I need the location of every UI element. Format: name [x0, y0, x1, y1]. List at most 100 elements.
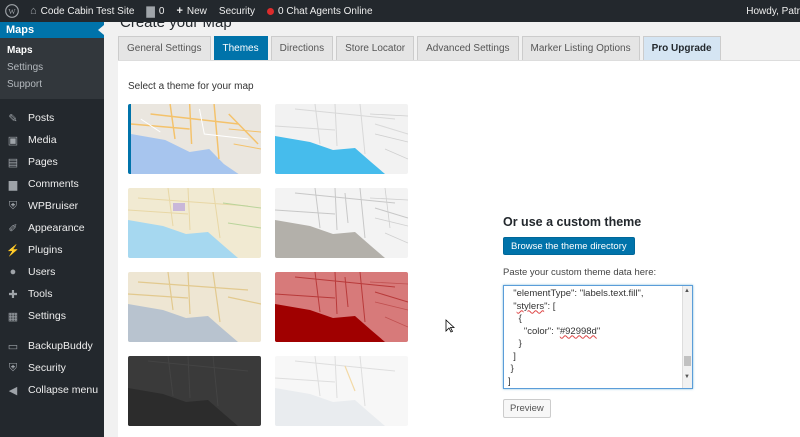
- select-theme-label: Select a theme for your map: [128, 81, 254, 92]
- sidebar-item-label: WPBruiser: [28, 200, 79, 212]
- theme-thumbnail-light-blue[interactable]: [275, 104, 408, 174]
- tab-marker-listing-options[interactable]: Marker Listing Options: [521, 36, 640, 60]
- lock-icon: ⛨: [8, 361, 18, 374]
- paste-custom-theme-label: Paste your custom theme data here:: [503, 267, 657, 278]
- sidebar-item-label: Comments: [28, 178, 79, 190]
- theme-thumbnail-vintage[interactable]: [128, 272, 261, 342]
- code-line: "color": "#92998d": [504, 326, 692, 339]
- scrollbar-thumb[interactable]: [684, 356, 691, 366]
- code-line: }: [504, 338, 692, 351]
- pages-icon: ▤: [7, 156, 19, 169]
- code-text: {: [518, 313, 522, 324]
- media-icon: ▣: [7, 134, 19, 147]
- tab-pro-upgrade[interactable]: Pro Upgrade: [642, 36, 721, 60]
- theme-thumbnail-dark-red[interactable]: [275, 272, 408, 342]
- chat-agents-label: 0 Chat Agents Online: [278, 5, 373, 17]
- plugin-icon: ⚡: [6, 244, 20, 257]
- browse-theme-directory-button[interactable]: Browse the theme directory: [503, 237, 635, 255]
- sidebar-item-settings[interactable]: ▦ Settings: [0, 305, 104, 327]
- sidebar-item-plugins[interactable]: ⚡ Plugins: [0, 239, 104, 261]
- custom-theme-textarea[interactable]: "elementType": "labels.text.fill", "styl…: [503, 285, 693, 389]
- sidebar-item-label: Settings: [28, 310, 66, 322]
- sidebar-item-pages[interactable]: ▤ Pages: [0, 151, 104, 173]
- sidebar-item-wpbruiser[interactable]: ⛨ WPBruiser: [0, 195, 104, 217]
- sidebar-item-appearance[interactable]: ✐ Appearance: [0, 217, 104, 239]
- code-line: "elementType": "labels.text.fill",: [504, 288, 692, 301]
- code-text: "elementType": "labels.text.fill",: [513, 288, 644, 299]
- tab-directions[interactable]: Directions: [270, 36, 334, 60]
- admin-sidebar: Maps Maps Settings Support ✎ Posts ▣ Media…: [0, 22, 104, 437]
- comments-icon: ▆: [8, 178, 18, 191]
- sidebar-item-users[interactable]: ● Users: [0, 261, 104, 283]
- sidebar-item-label: Tools: [28, 288, 53, 300]
- code-text: ]: [513, 350, 516, 362]
- sidebar-item-label: Media: [28, 134, 57, 146]
- sidebar-item-label: Pages: [28, 156, 58, 168]
- code-text-misspelled: #92998d: [559, 325, 597, 337]
- svg-text:W: W: [8, 7, 16, 16]
- wrench-icon: ✚: [8, 288, 18, 301]
- textarea-scrollbar[interactable]: ▲ ▼: [682, 286, 692, 388]
- site-name-link[interactable]: ⌂ Code Cabin Test Site: [24, 0, 140, 22]
- theme-thumbnail-minimal[interactable]: [275, 356, 408, 426]
- code-text: ": [: [544, 300, 556, 312]
- howdy-label: Howdy, Patr: [746, 5, 800, 17]
- tab-advanced-settings[interactable]: Advanced Settings: [417, 36, 519, 60]
- scroll-up-arrow-icon[interactable]: ▲: [684, 288, 690, 294]
- tab-store-locator[interactable]: Store Locator: [336, 36, 415, 60]
- sidebar-item-posts[interactable]: ✎ Posts: [0, 107, 104, 129]
- sidebar-item-backupbuddy[interactable]: ▭ BackupBuddy: [0, 335, 104, 357]
- sidebar-item-media[interactable]: ▣ Media: [0, 129, 104, 151]
- theme-thumbnail-pastel[interactable]: [128, 188, 261, 258]
- users-icon: ●: [9, 266, 17, 278]
- code-line: }: [504, 363, 692, 376]
- code-text: "color": ": [523, 325, 560, 337]
- sidebar-item-comments[interactable]: ▆ Comments: [0, 173, 104, 195]
- collapse-icon: ◀: [8, 384, 18, 397]
- code-text: }: [518, 338, 522, 349]
- tab-themes[interactable]: Themes: [213, 36, 268, 60]
- sidebar-current-label: Maps: [6, 24, 35, 36]
- site-name: Code Cabin Test Site: [40, 5, 135, 17]
- scroll-down-arrow-icon[interactable]: ▼: [684, 374, 690, 380]
- sidebar-item-label: Plugins: [28, 244, 63, 256]
- comment-bubble-icon: ▇: [146, 5, 155, 18]
- code-line: {: [504, 313, 692, 326]
- howdy-user-link[interactable]: Howdy, Patr: [740, 0, 800, 22]
- wordpress-logo-icon[interactable]: W: [0, 0, 24, 22]
- brush-icon: ✐: [8, 222, 18, 235]
- theme-thumbnail-default[interactable]: [128, 104, 261, 174]
- sidebar-item-security[interactable]: ⛨ Security: [0, 357, 104, 379]
- sidebar-item-label: Posts: [28, 112, 55, 124]
- sidebar-item-label: Security: [28, 362, 66, 374]
- theme-thumbnail-dark[interactable]: [128, 356, 261, 426]
- backup-icon: ▭: [7, 340, 19, 353]
- main-content: Create your Map General Settings Themes …: [104, 22, 800, 437]
- preview-button[interactable]: Preview: [503, 399, 551, 418]
- themes-panel: Select a theme for your map Or use a cus…: [118, 60, 800, 437]
- submenu-settings[interactable]: Settings: [0, 59, 104, 76]
- submenu-maps[interactable]: Maps: [0, 42, 104, 59]
- sidebar-item-tools[interactable]: ✚ Tools: [0, 283, 104, 305]
- new-content-link[interactable]: + New: [170, 0, 212, 22]
- shield-icon: ⛨: [8, 199, 18, 212]
- comments-link[interactable]: ▇ 0: [140, 0, 170, 22]
- theme-thumbnail-grayscale[interactable]: [275, 188, 408, 258]
- security-link[interactable]: Security: [213, 0, 261, 22]
- tab-general-settings[interactable]: General Settings: [118, 36, 211, 60]
- settings-icon: ▦: [7, 310, 19, 323]
- code-line: ]: [504, 351, 692, 364]
- home-icon: ⌂: [30, 5, 37, 17]
- sidebar-item-label: Collapse menu: [28, 384, 99, 396]
- code-text: ]: [508, 375, 511, 387]
- sidebar-item-label: Appearance: [28, 222, 85, 234]
- submenu-support[interactable]: Support: [0, 76, 104, 93]
- sidebar-item-label: BackupBuddy: [28, 340, 93, 352]
- chat-agents-link[interactable]: 0 Chat Agents Online: [261, 0, 379, 22]
- custom-theme-heading: Or use a custom theme: [503, 215, 642, 229]
- mouse-cursor-icon: [445, 319, 455, 333]
- code-line: ]: [504, 376, 692, 389]
- sidebar-item-maps-current[interactable]: Maps: [0, 22, 104, 38]
- sidebar-collapse-menu[interactable]: ◀ Collapse menu: [0, 379, 104, 401]
- sidebar-submenu: Maps Settings Support: [0, 38, 104, 99]
